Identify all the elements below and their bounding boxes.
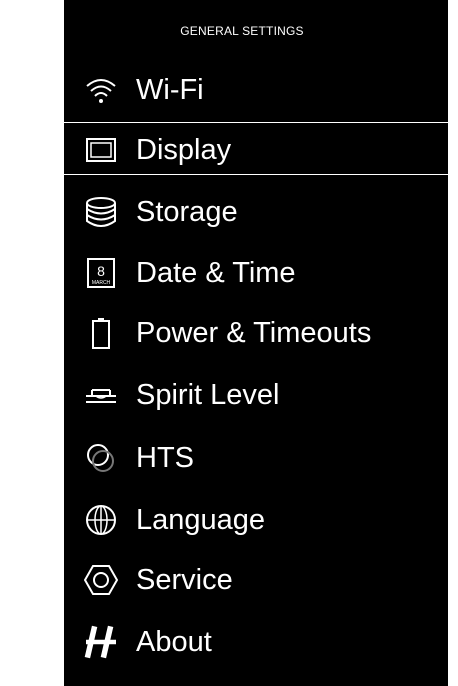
hts-icon [84,441,118,475]
display-icon [84,133,118,167]
menu-item-label: Date & Time [136,257,296,289]
menu-item-hts[interactable]: HTS [64,428,448,488]
menu-item-label: Spirit Level [136,379,280,411]
menu-item-service[interactable]: Service [64,550,448,610]
spirit-level-icon [84,378,118,412]
menu-item-power-timeouts[interactable]: Power & Timeouts [64,303,448,363]
menu-item-label: Storage [136,196,238,228]
calendar-month: MARCH [92,280,111,286]
menu-item-spirit-level[interactable]: Spirit Level [64,365,448,425]
storage-icon [84,195,118,229]
menu-item-language[interactable]: Language [64,490,448,550]
menu-item-label: About [136,626,212,658]
menu-item-label: Power & Timeouts [136,317,372,349]
menu-item-wifi[interactable]: Wi-Fi [64,60,448,120]
menu-item-storage[interactable]: Storage [64,182,448,242]
menu-item-label: Display [136,134,232,166]
globe-icon [84,503,118,537]
menu-item-display[interactable]: Display [64,120,448,180]
hasselblad-logo-icon [84,625,118,659]
menu-item-date-time[interactable]: 8 MARCH Date & Time [64,243,448,303]
menu-item-label: Service [136,564,233,596]
calendar-icon: 8 MARCH [84,256,118,290]
wifi-icon [84,73,118,107]
calendar-day: 8 [97,263,105,279]
page-title: GENERAL SETTINGS [180,24,304,38]
menu-item-label: Language [136,504,266,536]
hexagon-nut-icon [84,563,118,597]
battery-icon [84,316,118,350]
menu-item-label: Wi-Fi [136,74,204,106]
menu-item-about[interactable]: About [64,612,448,672]
menu-item-label: HTS [136,442,194,474]
